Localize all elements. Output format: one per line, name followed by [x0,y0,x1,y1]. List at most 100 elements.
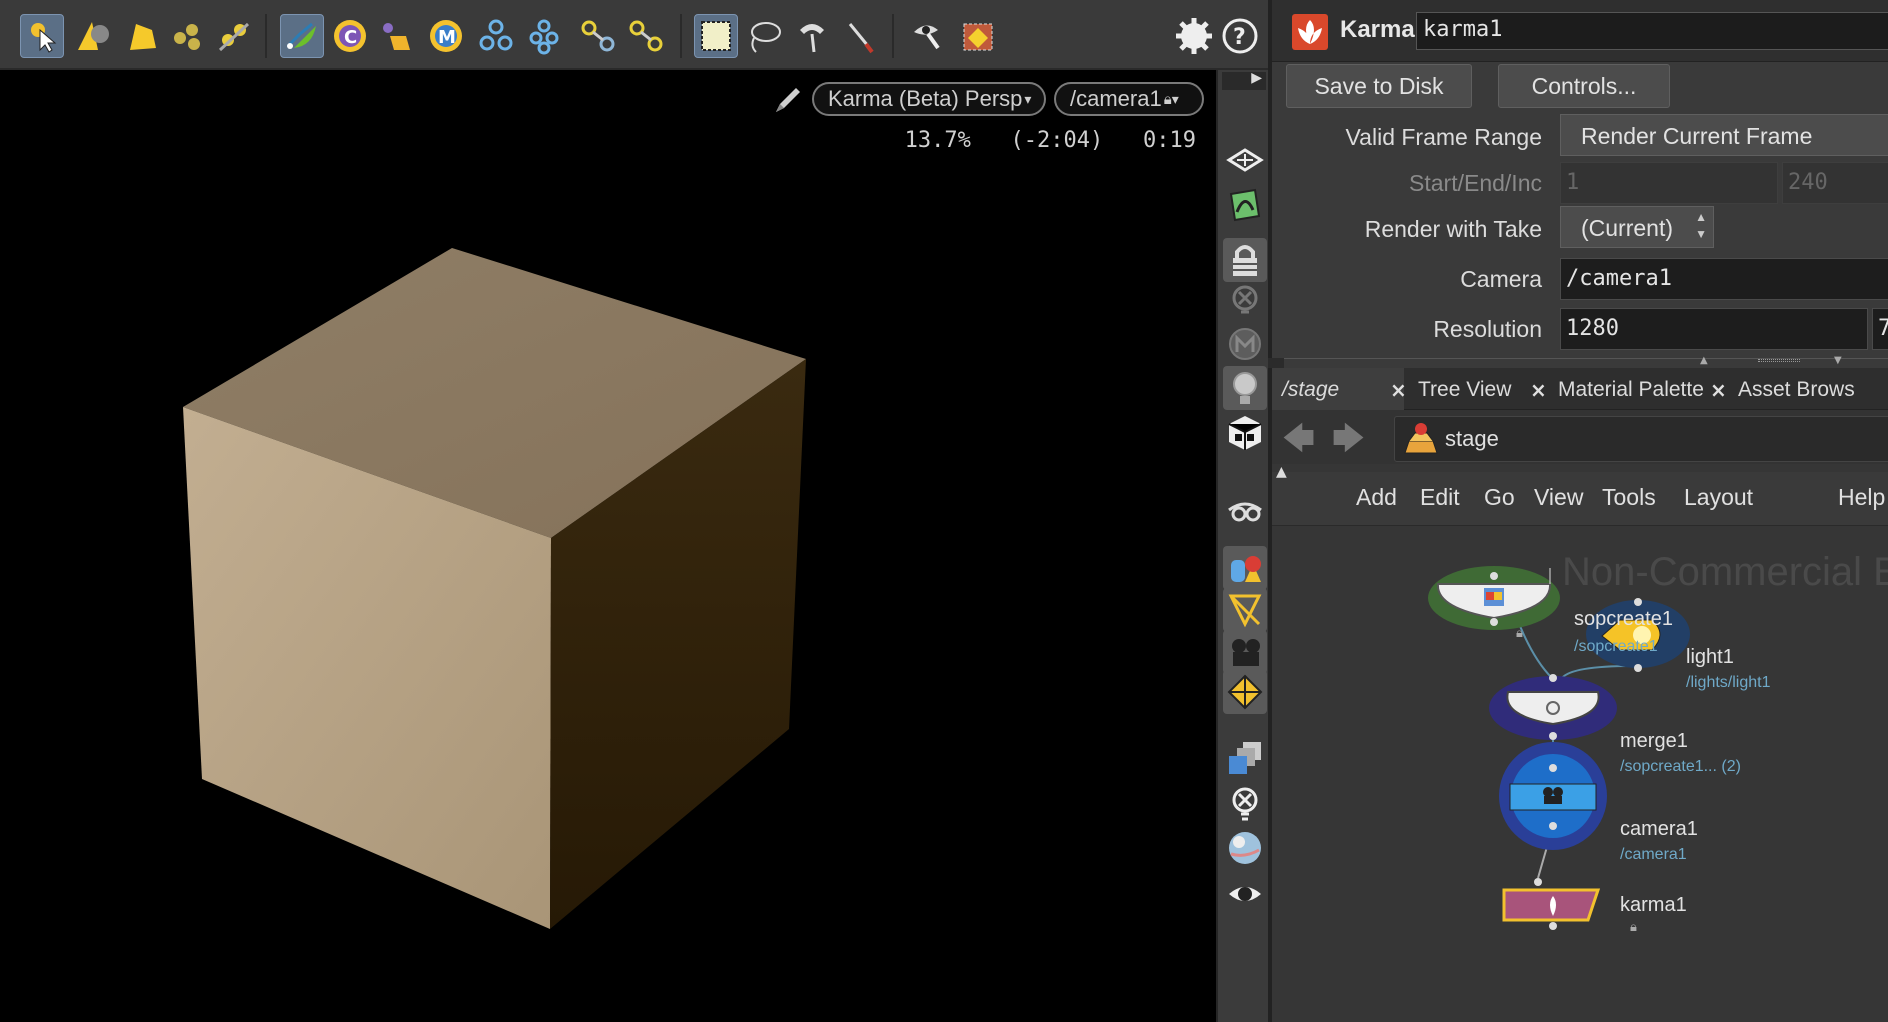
sopcreate-name[interactable]: sopcreate1 [1574,608,1673,631]
unlink-icon[interactable] [624,14,668,58]
menu-help[interactable]: Help [1838,484,1885,511]
svg-text:M: M [438,27,456,48]
save-to-disk-button[interactable]: Save to Disk [1286,64,1472,108]
light-name[interactable]: light1 [1686,646,1734,669]
render-region-icon[interactable] [956,14,1000,58]
back-arrow-icon[interactable]: 🡄 [1282,416,1315,470]
resolution-y-field[interactable]: 7 [1872,308,1888,350]
select-tool-icon[interactable] [20,14,64,58]
spot-light-icon[interactable] [120,14,164,58]
scene-viewport[interactable]: Karma (Beta) Persp ▾ /camera1 🔒︎ ▾ 13.7%… [0,70,1216,1022]
start-frame-field[interactable]: 1 [1560,162,1778,204]
ghost-objects-icon[interactable] [1223,492,1267,536]
node-name-field[interactable]: karma1 [1416,12,1888,50]
construction-plane-icon[interactable] [1223,138,1267,182]
triangle-right-icon: ▶ [1251,70,1262,86]
cube-render [183,248,806,929]
svg-text:C: C [344,27,357,48]
box-select-icon[interactable] [694,14,738,58]
splitter-grip [1758,359,1800,362]
light-path: /lights/light1 [1686,674,1771,691]
toolbar-expand-arrow[interactable]: ▶ [1222,70,1266,90]
tab-tree-view[interactable]: Tree View [1408,368,1540,410]
close-icon[interactable]: × [1710,378,1727,402]
resolution-x-field[interactable]: 1280 [1560,308,1868,350]
bone-capture-icon[interactable] [1223,588,1267,632]
tab-material-palette[interactable]: Material Palette [1548,368,1712,410]
lightbulb-icon[interactable] [1223,366,1267,410]
snapping-icon[interactable] [1223,184,1267,228]
light-disabled-icon[interactable] [1223,782,1267,826]
tab-label: Material Palette [1558,378,1704,401]
forward-arrow-icon[interactable]: 🡆 [1332,416,1365,470]
sopcreate-node [1428,566,1560,630]
karma-name[interactable]: karma1 [1620,894,1687,917]
merge-path: /sopcreate1... (2) [1620,758,1741,775]
controls-button[interactable]: Controls... [1498,64,1670,108]
environment-sphere-icon[interactable] [1223,826,1267,870]
triangle-up-icon: ▲ [1700,355,1708,366]
link-icon[interactable] [576,14,620,58]
spinner-arrows-icon: ▲ ▼ [1695,210,1707,241]
gear-icon[interactable] [1172,14,1216,58]
curve-icon[interactable] [374,14,418,58]
material-m-icon[interactable]: M [424,14,468,58]
lock-icon: 🔒︎ [1516,626,1523,641]
image-layers-icon[interactable] [1223,736,1267,780]
houdini-window: C M ? Karma (Beta) Persp ▾ /camera1 🔒︎ ▾… [0,0,1888,1022]
eyedropper-icon[interactable] [906,14,950,58]
menu-edit[interactable]: Edit [1420,484,1460,511]
menu-layout[interactable]: Layout [1684,484,1753,511]
checker-cube-icon[interactable] [1223,410,1267,454]
top-toolbar: C M ? [0,0,1268,70]
close-icon[interactable]: × [1390,378,1407,402]
network-editor[interactable]: Non-Commercial Ed sopcreate1 🔒︎ /sopcrea… [1272,528,1888,1022]
pane-splitter[interactable]: ▲ ▼ [1284,355,1888,368]
cluster-icon[interactable] [522,14,566,58]
wire-light-merge [1561,665,1633,679]
edit-geometry-icon[interactable] [280,14,324,58]
karma-node-icon [1292,14,1328,50]
null-object-icon[interactable] [1223,670,1267,714]
menu-add[interactable]: Add [1356,484,1397,511]
geometry-shapes-icon[interactable] [1223,546,1267,590]
camera-node [1499,742,1607,850]
triangle-up-icon: ▲ [1276,464,1287,480]
take-menu[interactable]: (Current) ▲ ▼ [1560,206,1714,248]
lasso-icon[interactable] [742,14,786,58]
tab-stage[interactable]: /stage [1272,368,1404,410]
frame-range-menu[interactable]: Render Current Frame [1560,114,1888,156]
lock-camera-icon[interactable] [1223,238,1267,282]
headlight-icon[interactable] [1223,322,1267,366]
eye-icon[interactable] [1223,872,1267,916]
distant-light-icon[interactable] [166,14,210,58]
menu-go[interactable]: Go [1484,484,1515,511]
camera-name[interactable]: camera1 [1620,818,1698,841]
tab-label: Tree View [1418,378,1512,401]
path-bar: 🡄 🡆 stage [1272,410,1888,464]
resolution-label: Resolution [1433,316,1542,342]
menu-tools[interactable]: Tools [1602,484,1656,511]
knife-icon[interactable] [838,14,882,58]
tab-asset-browser[interactable]: Asset Brows [1728,368,1888,410]
close-icon[interactable]: × [1530,378,1547,402]
help-icon[interactable]: ? [1218,14,1262,58]
network-path[interactable]: stage [1394,416,1888,462]
tab-label: Asset Brows [1738,378,1855,401]
paint-brush-icon[interactable] [790,14,834,58]
three-balls-icon[interactable] [474,14,518,58]
take-value: (Current) [1581,215,1674,241]
character-c-icon[interactable]: C [328,14,372,58]
camera-display-icon[interactable] [1223,630,1267,674]
merge-name[interactable]: merge1 [1620,730,1688,753]
sopcreate-path: /sopcreate1 [1574,638,1658,655]
menu-view[interactable]: View [1534,484,1583,511]
end-frame-field[interactable]: 240 [1782,162,1888,204]
network-pane: /stage × Tree View × Material Palette × … [1268,368,1888,1022]
light-group-icon[interactable] [212,14,256,58]
camera-field[interactable]: /camera1 [1560,258,1888,300]
take-label: Render with Take [1364,216,1542,242]
light-off-icon[interactable] [1223,280,1267,324]
parameter-panel: Karma karma1 Save to Disk Controls... Va… [1268,0,1888,358]
cone-icon[interactable] [70,14,114,58]
